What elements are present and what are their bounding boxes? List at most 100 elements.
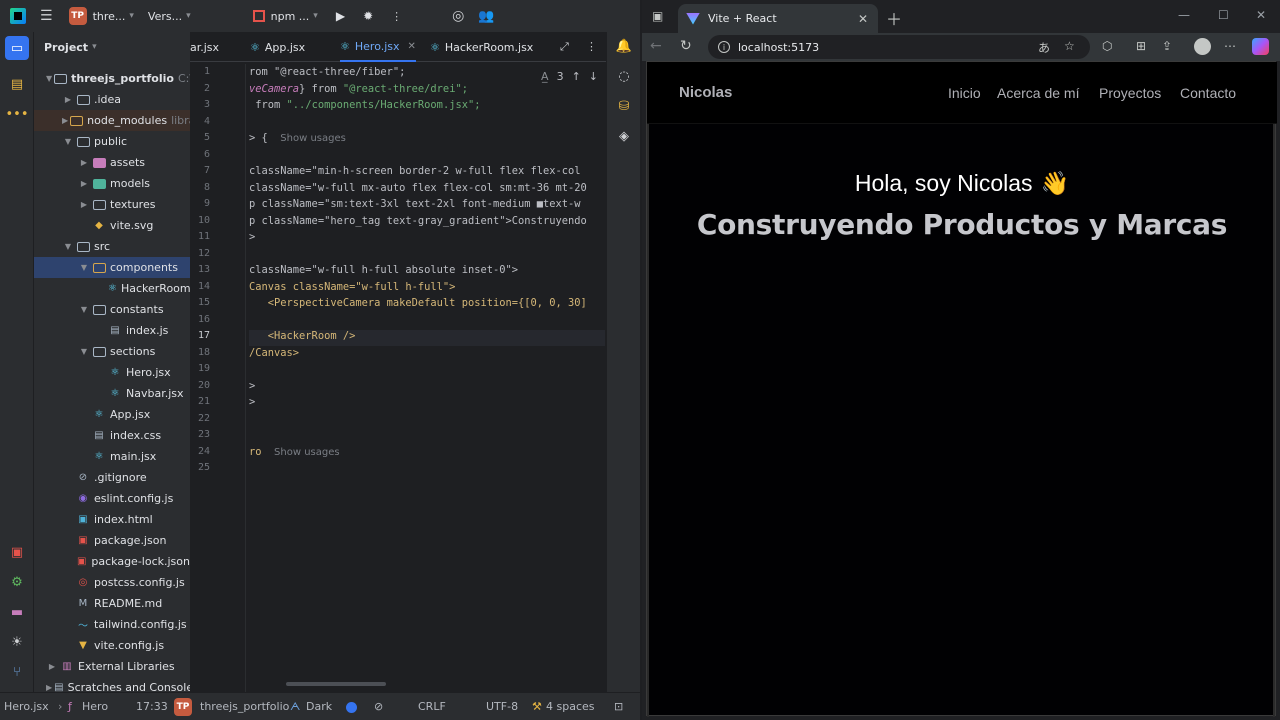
tree-item-hero[interactable]: ⚛ Hero.jsx (34, 362, 190, 383)
nav-link-inicio[interactable]: Inicio (948, 85, 981, 101)
tab-navbar[interactable]: ar.jsx (190, 32, 219, 62)
status-theme[interactable]: Dark (306, 700, 332, 713)
tree-item-vite-config[interactable]: ▼ vite.config.js (34, 635, 190, 656)
address-bar[interactable]: i localhost:5173 あ ☆ (708, 35, 1090, 59)
tree-item-external-libraries[interactable]: ▶ ▥ External Libraries (34, 656, 190, 677)
status-indent[interactable]: 4 spaces (546, 700, 595, 713)
tree-item-idea[interactable]: ▶ .idea (34, 89, 190, 110)
more-tools-icon[interactable]: ••• (5, 102, 29, 126)
tree-item-package-lock[interactable]: ▣ package-lock.json (34, 551, 190, 572)
code-line[interactable]: Canvas className="w-full h-full"> (249, 281, 605, 297)
nav-link-contacto[interactable]: Contacto (1180, 85, 1236, 101)
code-line[interactable]: ro Show usages (249, 446, 605, 462)
tree-item-app[interactable]: ⚛ App.jsx (34, 404, 190, 425)
status-file[interactable]: Hero.jsx (4, 700, 49, 713)
tree-item-postcss[interactable]: ◎ postcss.config.js (34, 572, 190, 593)
browser-tab-active[interactable]: Vite + React ✕ (678, 4, 878, 33)
more-actions-icon[interactable]: ⋮ (391, 10, 402, 23)
run-config-selector[interactable]: npm ... ▾ (252, 10, 318, 23)
tree-item-hackerroom[interactable]: ⚛ HackerRoom. (34, 278, 190, 299)
status-line-separator[interactable]: CRLF (418, 700, 446, 713)
status-project[interactable]: threejs_portfolio (200, 700, 289, 713)
code-line[interactable]: className="min-h-screen border-2 w-full … (249, 165, 605, 181)
close-tab-icon[interactable]: ✕ (408, 41, 416, 52)
site-info-icon[interactable]: i (718, 41, 730, 53)
tree-item-root[interactable]: ▼ threejs_portfolio C:\U (34, 68, 190, 89)
close-window-icon[interactable]: ✕ (1256, 8, 1266, 22)
notifications-icon[interactable]: 🔔 (614, 36, 634, 56)
show-usages-hint[interactable]: Show usages (280, 133, 346, 144)
tree-item-index-css[interactable]: ▤ index.css (34, 425, 190, 446)
tree-item-navbar[interactable]: ⚛ Navbar.jsx (34, 383, 190, 404)
vcs-widget[interactable]: Vers... ▾ (148, 10, 191, 23)
tree-item-components[interactable]: ▼ components (34, 257, 190, 278)
extensions-icon[interactable]: ⬡ (1102, 39, 1112, 53)
tree-item-textures[interactable]: ▶ textures (34, 194, 190, 215)
no-power-save-icon[interactable]: ⊘ (374, 700, 383, 713)
run-icon[interactable]: ▶ (336, 9, 345, 23)
problems-tool-icon[interactable]: ☀ (5, 630, 29, 654)
tab-actions-icon[interactable]: ▣ (652, 9, 663, 23)
ai-chat-icon[interactable]: ◌ (614, 66, 634, 86)
tree-item-readme[interactable]: M README.md (34, 593, 190, 614)
status-symbol[interactable]: Hero (82, 700, 108, 713)
project-tool-icon[interactable]: ▭ (5, 36, 29, 60)
code-line[interactable]: /Canvas> (249, 347, 605, 363)
minimize-icon[interactable]: — (1178, 8, 1190, 22)
code-with-me-icon[interactable]: 👥 (478, 9, 494, 24)
code-line[interactable]: > { Show usages (249, 132, 605, 148)
tree-item-node-modules[interactable]: ▶ node_modules libra (34, 110, 190, 131)
settings-more-icon[interactable]: ⋯ (1224, 39, 1236, 53)
split-screen-icon[interactable]: ⊞ (1136, 39, 1146, 53)
tab-options-icon[interactable]: ⋮ (586, 40, 597, 53)
tree-item-package-json[interactable]: ▣ package.json (34, 530, 190, 551)
tree-item-main[interactable]: ⚛ main.jsx (34, 446, 190, 467)
tree-item-index-js[interactable]: ▤ index.js (34, 320, 190, 341)
structure-tool-icon[interactable]: ▤ (5, 72, 29, 96)
tree-item-constants[interactable]: ▼ constants (34, 299, 190, 320)
tree-item-eslint[interactable]: ◉ eslint.config.js (34, 488, 190, 509)
nav-link-acerca[interactable]: Acerca de mí (997, 85, 1079, 101)
share-icon[interactable]: ⇪ (1162, 39, 1172, 53)
reload-icon[interactable]: ↻ (680, 38, 692, 54)
site-logo[interactable]: Nicolas (679, 84, 732, 101)
maximize-icon[interactable]: ☐ (1218, 8, 1229, 22)
code-line[interactable]: > (249, 231, 605, 247)
services-tool-icon[interactable]: ⚙ (5, 570, 29, 594)
translate-icon[interactable]: あ (1038, 39, 1050, 56)
code-line[interactable]: > (249, 380, 605, 396)
tab-app[interactable]: ⚛ App.jsx (250, 32, 305, 62)
plugin-icon[interactable]: ◈ (614, 126, 634, 146)
expand-editor-icon[interactable]: ⤢ (560, 40, 569, 54)
favorite-star-icon[interactable]: ☆ (1064, 39, 1075, 53)
code-line[interactable]: className="w-full mx-auto flex flex-col … (249, 182, 605, 198)
status-indicator-icon[interactable] (346, 702, 357, 713)
tree-item-sections[interactable]: ▼ sections (34, 341, 190, 362)
code-line[interactable]: p className="hero_tag text-gray_gradient… (249, 215, 605, 231)
tree-item-assets[interactable]: ▶ assets (34, 152, 190, 173)
tree-item-gitignore[interactable]: ⊘ .gitignore (34, 467, 190, 488)
editor-horizontal-scrollbar[interactable] (286, 682, 386, 686)
terminal-tool-icon[interactable]: ▬ (5, 600, 29, 624)
close-icon[interactable]: ✕ (858, 12, 868, 26)
code-line[interactable]: > (249, 396, 605, 412)
tree-item-tailwind[interactable]: 〜 tailwind.config.js (34, 614, 190, 635)
tree-item-models[interactable]: ▶ models (34, 173, 190, 194)
back-icon[interactable]: ← (650, 38, 662, 54)
profile-avatar[interactable] (1194, 38, 1211, 55)
tree-item-vite-svg[interactable]: ◆ vite.svg (34, 215, 190, 236)
code-line[interactable]: veCamera} from "@react-three/drei"; (249, 83, 605, 99)
lock-icon[interactable]: ⊡ (614, 700, 623, 713)
main-menu-icon[interactable]: ☰ (40, 8, 53, 24)
tree-item-public[interactable]: ▼ public (34, 131, 190, 152)
tree-item-index-html[interactable]: ▣ index.html (34, 509, 190, 530)
status-encoding[interactable]: UTF-8 (486, 700, 518, 713)
tree-item-scratches[interactable]: ▶ ▤ Scratches and Console (34, 677, 190, 692)
code-line[interactable]: <PerspectiveCamera makeDefault position=… (249, 297, 605, 313)
copilot-icon[interactable] (1252, 38, 1269, 55)
code-line[interactable]: rom "@react-three/fiber"; (249, 66, 605, 82)
code-line[interactable]: className="w-full h-full absolute inset-… (249, 264, 605, 280)
new-tab-icon[interactable]: ＋ (886, 6, 902, 30)
git-tool-icon[interactable]: ⑂ (5, 660, 29, 684)
ai-assistant-icon[interactable]: ◎ (452, 8, 464, 24)
